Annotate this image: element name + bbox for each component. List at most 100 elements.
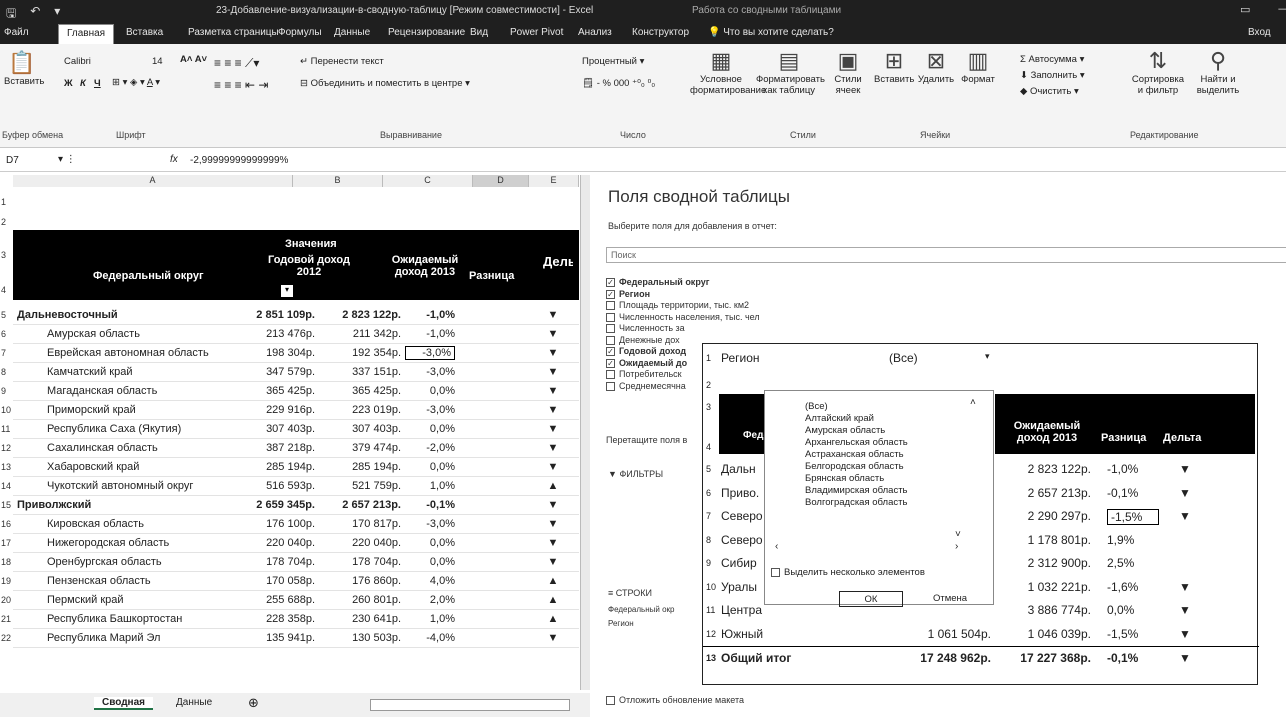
cell-e[interactable]: ▲: [543, 613, 563, 625]
cell-e[interactable]: ▼: [543, 499, 563, 511]
row-number[interactable]: 17: [0, 538, 12, 548]
cell-b[interactable]: 178 704р.: [233, 556, 315, 568]
cell-d[interactable]: -3,0%: [405, 404, 455, 416]
cell-d[interactable]: -1,0%: [405, 328, 455, 340]
cell-d[interactable]: -1,0%: [1107, 462, 1138, 476]
row-number[interactable]: 2: [0, 217, 12, 227]
cell-d[interactable]: 0,0%: [1107, 603, 1134, 617]
field-checkbox[interactable]: Площадь территории, тыс. км2: [606, 300, 749, 311]
cell-c[interactable]: 307 403р.: [315, 423, 401, 435]
rows-area[interactable]: ≡ СТРОКИ: [608, 588, 652, 598]
cell-e[interactable]: ▼: [1179, 580, 1191, 594]
cell-d[interactable]: -2,0%: [405, 442, 455, 454]
dropdown-item[interactable]: Амурская область: [805, 425, 908, 437]
cell-c[interactable]: 1 178 801р.: [1001, 533, 1091, 547]
row-number[interactable]: 12: [0, 443, 12, 453]
align-top-icon[interactable]: ≡ ≡ ≡ ⟋▾: [214, 56, 259, 71]
field-search-input[interactable]: Поиск: [606, 247, 1286, 263]
field-checkbox[interactable]: ✓ Годовой доход: [606, 346, 686, 357]
cell-c[interactable]: 365 425р.: [315, 385, 401, 397]
cell-c[interactable]: 223 019р.: [315, 404, 401, 416]
cell-a[interactable]: Еврейская автономная область: [47, 347, 209, 359]
dropdown-item[interactable]: Астраханская область: [805, 449, 908, 461]
dropdown-item[interactable]: Архангельская область: [805, 437, 908, 449]
sort-filter-button[interactable]: ⇅ Сортировка и фильтр: [1130, 48, 1186, 96]
cell-d[interactable]: -0,1%: [1107, 486, 1138, 500]
filters-area[interactable]: ▼ ФИЛЬТРЫ: [608, 469, 663, 479]
cell-c[interactable]: 2 823 122р.: [315, 309, 401, 321]
cell-e[interactable]: ▼: [543, 347, 563, 359]
field-checkbox[interactable]: ✓ Ожидаемый до: [606, 358, 687, 368]
filter-dropdown-icon[interactable]: ▾: [281, 285, 293, 297]
cell-d[interactable]: 0,0%: [405, 461, 455, 473]
cell-d[interactable]: 2,0%: [405, 594, 455, 606]
cell-c[interactable]: 379 474р.: [315, 442, 401, 454]
cell-c[interactable]: 130 503р.: [315, 632, 401, 644]
vertical-scrollbar[interactable]: [580, 175, 590, 690]
name-box-dropdown-icon[interactable]: ▾ ⋮: [58, 154, 76, 165]
conditional-format-button[interactable]: ▦ Условное форматирование: [690, 48, 766, 96]
grow-font-icon[interactable]: A˄ A˅: [180, 54, 207, 65]
field-checkbox[interactable]: Денежные дох: [606, 335, 680, 345]
cell-a[interactable]: Камчатский край: [47, 366, 132, 378]
row-number[interactable]: 15: [0, 500, 12, 510]
dropdown-item[interactable]: Владимирская область: [805, 485, 908, 497]
column-header-c[interactable]: C: [383, 175, 473, 187]
row-number[interactable]: 20: [0, 595, 12, 605]
number-format-select[interactable]: Процентный ▾: [582, 56, 644, 67]
cell-e[interactable]: ▼: [543, 423, 563, 435]
dropdown-item[interactable]: Волгоградская область: [805, 497, 908, 509]
cell-c[interactable]: 2 657 213р.: [1001, 486, 1091, 500]
cell-e[interactable]: ▲: [543, 575, 563, 587]
scroll-right-icon[interactable]: ›: [955, 541, 958, 552]
ok-button[interactable]: ОК: [839, 591, 903, 607]
dropdown-item[interactable]: Алтайский край: [805, 413, 908, 425]
paste-button[interactable]: 📋 Вставить: [4, 50, 44, 87]
field-checkbox[interactable]: Численность за: [606, 323, 685, 334]
column-header-a[interactable]: A: [13, 175, 293, 187]
cell-a[interactable]: Уралы: [721, 580, 757, 594]
row-number[interactable]: 4: [0, 285, 12, 295]
row-number[interactable]: 6: [0, 329, 12, 339]
cell-e[interactable]: ▼: [1179, 462, 1191, 476]
cell-e[interactable]: ▼: [543, 385, 563, 397]
minimize-icon[interactable]: —: [1278, 3, 1286, 16]
cell-b[interactable]: 285 194р.: [233, 461, 315, 473]
wrap-text-button[interactable]: ↵ Перенести текст: [300, 56, 384, 67]
cell-e[interactable]: ▼: [543, 632, 563, 644]
add-sheet-icon[interactable]: ⊕: [248, 695, 259, 711]
cell-e[interactable]: ▼: [543, 309, 563, 321]
cell-a[interactable]: Республика Марий Эл: [47, 632, 160, 644]
cell-a[interactable]: Дальн: [721, 462, 756, 476]
cell-d[interactable]: -3,0%: [405, 346, 455, 360]
defer-update-checkbox[interactable]: Отложить обновление макета: [606, 695, 744, 706]
cell-a[interactable]: Чукотский автономный округ: [47, 480, 193, 492]
cell-a[interactable]: Северо: [721, 509, 763, 523]
dropdown-item[interactable]: Брянская область: [805, 473, 908, 485]
cell-b[interactable]: 255 688р.: [233, 594, 315, 606]
row-number[interactable]: 11: [0, 424, 12, 434]
restore-ribbon-icon[interactable]: ▭: [1240, 3, 1250, 16]
multi-select-checkbox[interactable]: Выделить несколько элементов: [771, 567, 925, 578]
tell-me-search[interactable]: 💡 Что вы хотите сделать?: [708, 27, 834, 38]
cell-e[interactable]: ▼: [1179, 603, 1191, 617]
tab-design[interactable]: Конструктор: [632, 27, 689, 38]
formula-input[interactable]: -2,99999999999999%: [190, 155, 288, 166]
border-icon[interactable]: ⊞ ▾ ◈ ▾ A ▾: [112, 77, 160, 88]
scroll-down-icon[interactable]: ˅: [955, 529, 961, 540]
autosum-button[interactable]: Σ Автосумма ▾: [1020, 54, 1084, 65]
cell-d[interactable]: 1,9%: [1107, 533, 1134, 547]
cell-b[interactable]: 17 248 962р.: [873, 651, 991, 665]
cell-a[interactable]: Республика Башкортостан: [47, 613, 182, 625]
align-left-icon[interactable]: ≡ ≡ ≡ ⇤ ⇥: [214, 78, 268, 92]
cell-b[interactable]: 387 218р.: [233, 442, 315, 454]
cell-e[interactable]: ▲: [543, 594, 563, 606]
field-checkbox[interactable]: Численность населения, тыс. чел: [606, 312, 760, 322]
cell-c[interactable]: 17 227 368р.: [1001, 651, 1091, 665]
tab-page-layout[interactable]: Разметка страницы: [188, 27, 279, 38]
row-number[interactable]: 22: [0, 633, 12, 643]
row-number[interactable]: 1: [0, 197, 12, 207]
cell-d[interactable]: 0,0%: [405, 537, 455, 549]
cell-c[interactable]: 1 032 221р.: [1001, 580, 1091, 594]
cell-a[interactable]: Дальневосточный: [17, 309, 118, 321]
